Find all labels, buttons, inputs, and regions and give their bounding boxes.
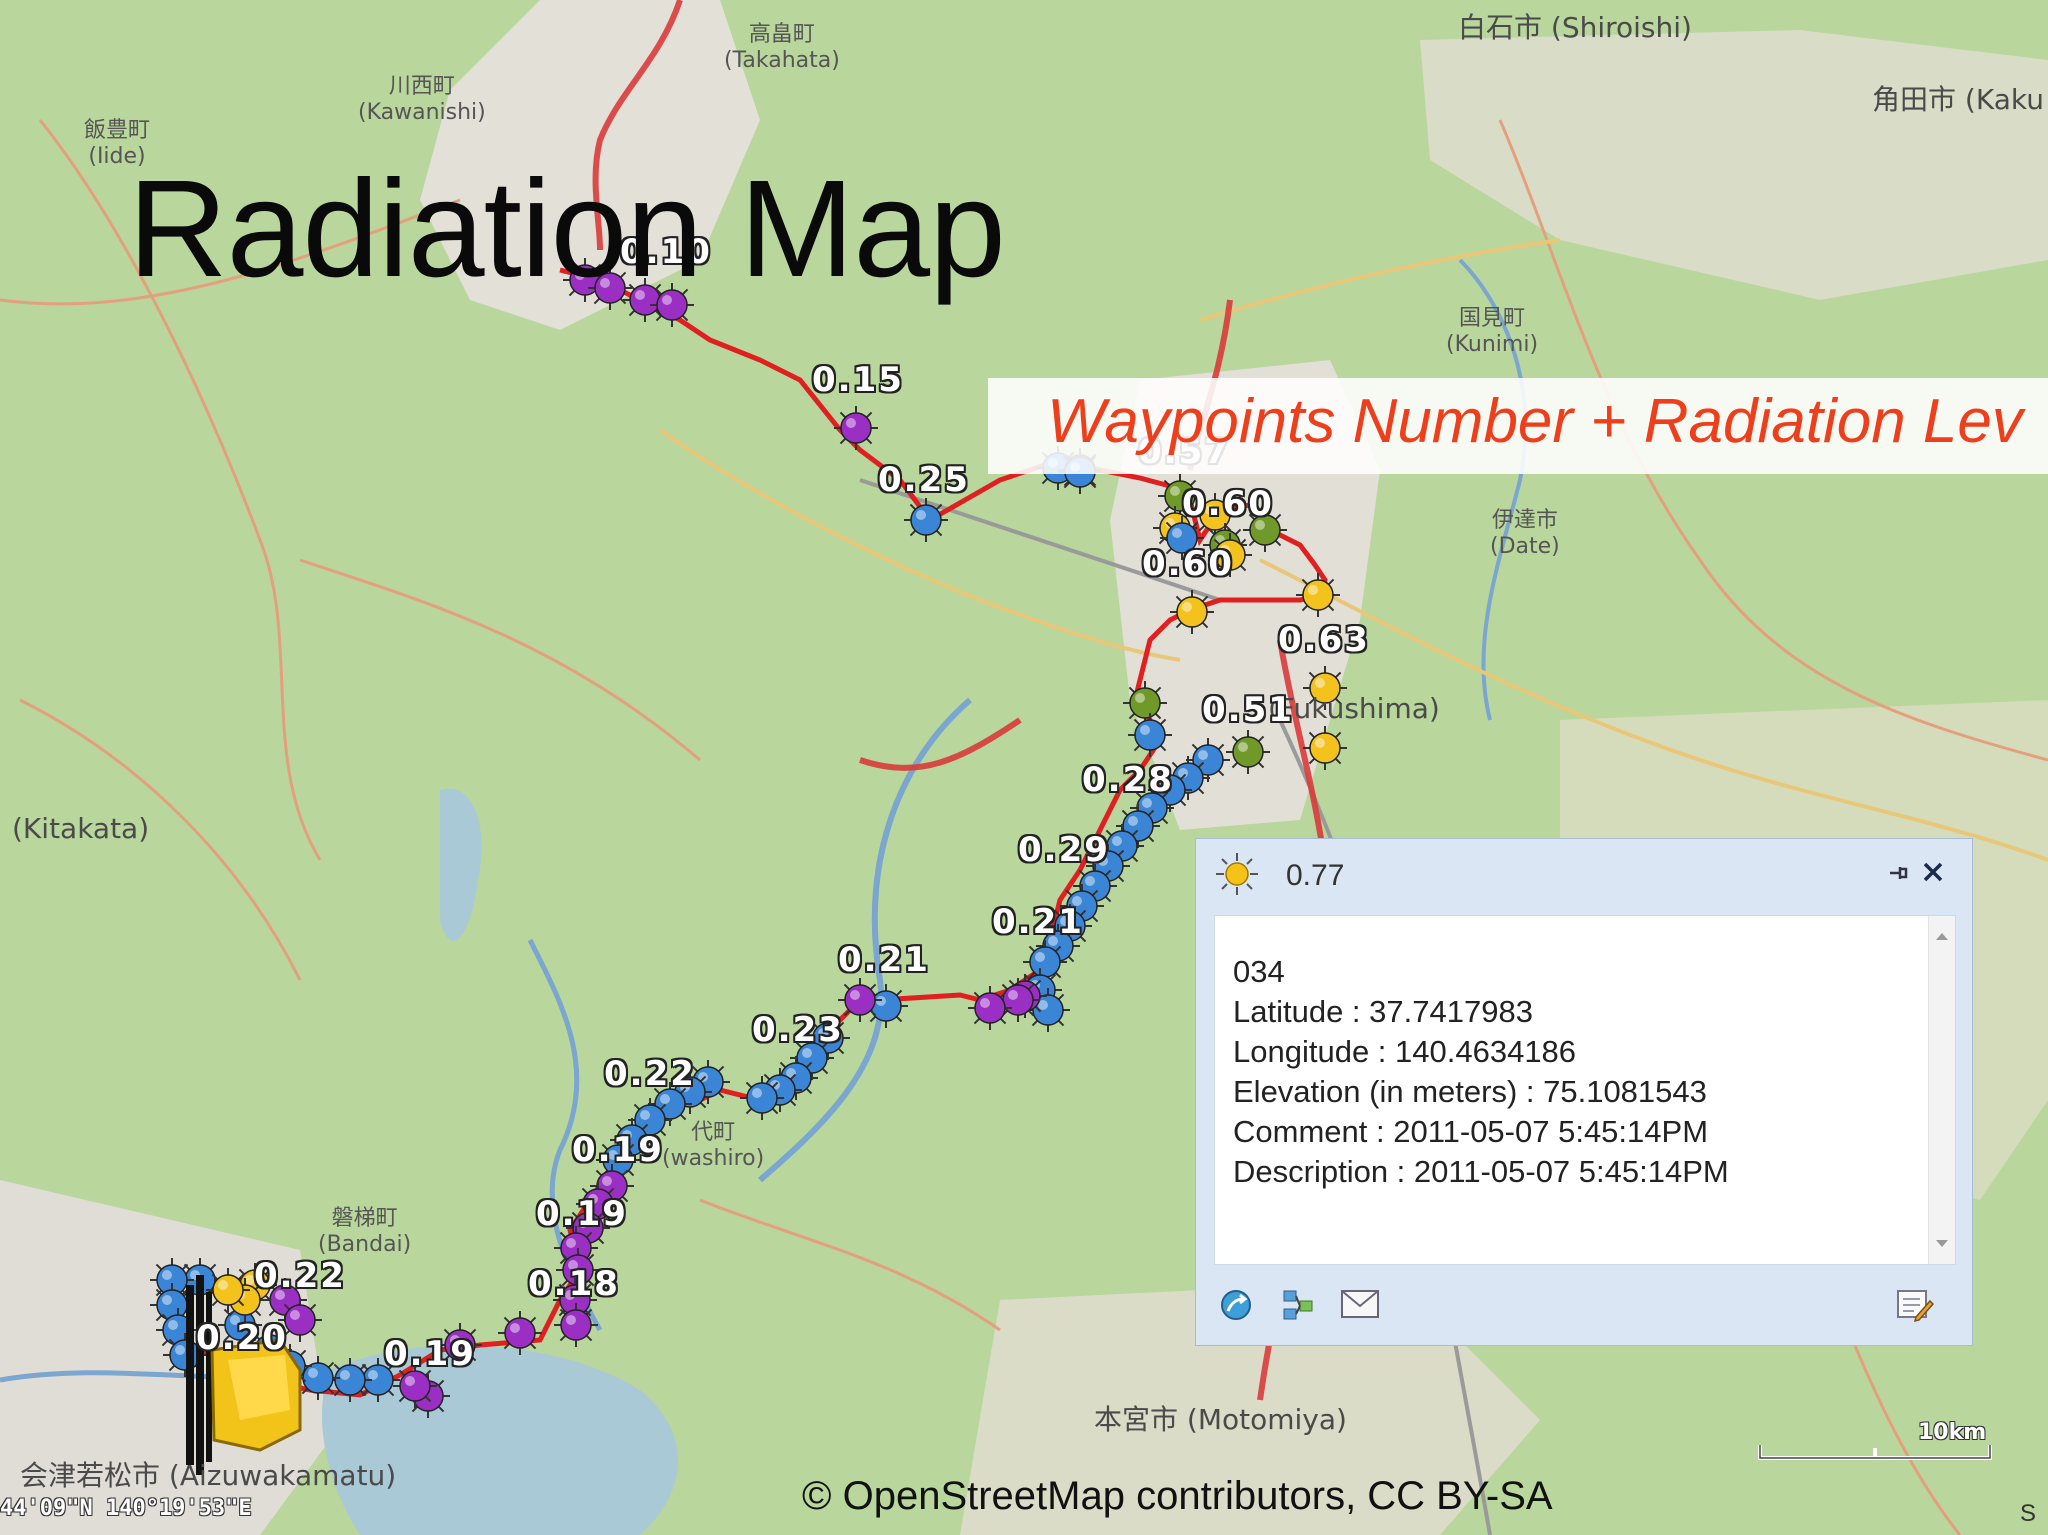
waypoint-marker[interactable] [834, 406, 878, 450]
sun-icon [1216, 853, 1258, 895]
place-kawanishi: 川西町 (Kawanishi) [358, 74, 486, 125]
popup-toolbar [1196, 1265, 1972, 1345]
waypoint-marker[interactable] [206, 1268, 250, 1312]
waypoint-marker[interactable] [1123, 681, 1167, 725]
waypoint-label: 0.19 [536, 1194, 628, 1234]
waypoint-label: 0.21 [838, 940, 930, 980]
waypoint-label: 0.22 [604, 1054, 696, 1094]
waypoint-number: 034 [1233, 954, 1285, 989]
longitude-text: Longitude : 140.4634186 [1233, 1034, 1577, 1069]
place-inawashiro: 代町 (washiro) [662, 1120, 765, 1171]
popup-details: 034 Latitude : 37.7417983 Longitude : 14… [1233, 952, 1729, 1192]
waypoint-marker[interactable] [1226, 730, 1270, 774]
waypoint-marker[interactable] [904, 498, 948, 542]
waypoint-marker[interactable] [328, 1358, 372, 1402]
place-shiroishi: 白石市 (Shiroishi) [1458, 11, 1692, 44]
elevation-text: Elevation (in meters) : 75.1081543 [1233, 1074, 1707, 1109]
waypoint-marker[interactable] [968, 986, 1012, 1030]
waypoint-label: 0.19 [384, 1334, 476, 1374]
waypoint-popup[interactable]: 0.77 034 Latitude : 37.7417983 Longitude… [1195, 838, 1973, 1346]
place-takahata: 高畠町 (Takahata) [724, 22, 840, 73]
legend-banner-text: Waypoints Number + Radiation Lev [1047, 387, 2023, 456]
popup-scrollbar[interactable] [1928, 916, 1955, 1264]
close-icon[interactable] [1920, 859, 1946, 885]
place-date: 伊達市 (Date) [1490, 508, 1560, 559]
scale-label: 10km [1918, 1420, 1987, 1445]
scroll-up-icon[interactable] [1934, 930, 1950, 942]
waypoint-label: 0.23 [752, 1010, 844, 1050]
waypoint-label: 0.29 [1018, 830, 1110, 870]
comment-text: Comment : 2011-05-07 5:45:14PM [1233, 1114, 1709, 1149]
waypoint-label: 0.25 [878, 460, 970, 500]
waypoint-label: 0.20 [196, 1318, 288, 1358]
latitude-text: Latitude : 37.7417983 [1233, 994, 1533, 1029]
waypoint-label: 0.21 [992, 902, 1084, 942]
waypoint-label: 0.28 [1082, 760, 1174, 800]
waypoint-marker[interactable] [1303, 726, 1347, 770]
waypoint-marker[interactable] [1296, 573, 1340, 617]
cursor-coordinates: 44'09"N 140°19'53"E [0, 1496, 252, 1521]
popup-content[interactable]: 034 Latitude : 37.7417983 Longitude : 14… [1214, 915, 1956, 1265]
place-kitakata: (Kitakata) [12, 812, 150, 845]
waypoint-marker[interactable] [498, 1311, 542, 1355]
waypoint-marker[interactable] [1170, 590, 1214, 634]
waypoint-label: 0.63 [1278, 620, 1370, 660]
waypoint-label: 0.22 [254, 1256, 346, 1296]
place-kunimi: 国見町 (Kunimi) [1446, 306, 1539, 357]
email-icon[interactable] [1340, 1289, 1380, 1319]
place-aizuwakamatsu: 会津若松市 (Aizuwakamatu) [20, 1459, 397, 1492]
share-icon[interactable] [1280, 1287, 1316, 1323]
place-bandai: 磐梯町 (Bandai) [318, 1206, 412, 1257]
waypoint-marker[interactable] [838, 978, 882, 1022]
place-kakuda: 角田市 (Kaku [1872, 83, 2044, 116]
waypoint-label: 0.19 [572, 1130, 664, 1170]
pin-icon[interactable] [1886, 861, 1910, 885]
go-to-icon[interactable] [1218, 1287, 1254, 1323]
description-text: Description : 2011-05-07 5:45:14PM [1233, 1154, 1729, 1189]
map-attribution: © OpenStreetMap contributors, CC BY-SA [802, 1474, 1553, 1518]
waypoint-label: 0.60 [1142, 544, 1234, 584]
waypoint-label: 0.18 [528, 1264, 620, 1304]
waypoint-label: 0.15 [812, 360, 904, 400]
waypoint-marker[interactable] [1128, 713, 1172, 757]
popup-header: 0.77 [1196, 839, 1972, 913]
waypoint-marker[interactable] [740, 1076, 784, 1120]
place-motomiya: 本宮市 (Motomiya) [1094, 1403, 1347, 1436]
corner-label: S [2020, 1500, 2037, 1527]
map-view[interactable]: 高畠町 (Takahata) 川西町 (Kawanishi) 飯豊町 (Iide… [0, 0, 2048, 1535]
waypoint-label: 0.51 [1202, 690, 1294, 730]
popup-title: 0.77 [1286, 859, 1345, 892]
edit-note-icon[interactable] [1896, 1287, 1934, 1323]
slide-title: Radiation Map [128, 152, 1006, 306]
waypoint-marker[interactable] [554, 1303, 598, 1347]
waypoint-label: 0.60 [1182, 484, 1274, 524]
scroll-down-icon[interactable] [1934, 1238, 1950, 1250]
